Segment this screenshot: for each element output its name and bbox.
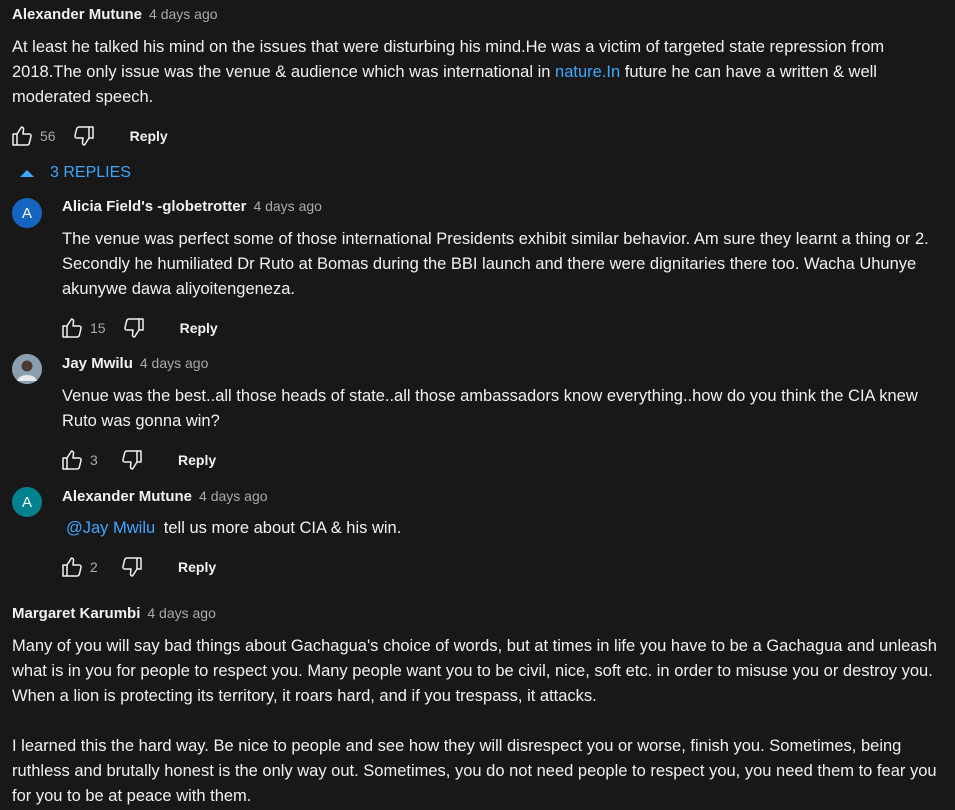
reply-header: Jay Mwilu 4 days ago	[62, 355, 947, 372]
replies-toggle-button[interactable]: 3 REPLIES	[18, 164, 131, 182]
like-count: 15	[90, 320, 106, 336]
reply-text-part: tell us more about CIA & his win.	[159, 519, 402, 537]
comment-thread: Alexander Mutune 4 days ago At least he …	[12, 6, 947, 149]
reply-text: The venue was perfect some of those inte…	[62, 230, 929, 298]
thumbs-up-icon[interactable]	[58, 554, 86, 580]
avatar-letter: A	[21, 493, 32, 511]
reply-author[interactable]: Alicia Field's -globetrotter	[62, 198, 246, 215]
profile-photo-icon	[12, 354, 42, 384]
like-count: 2	[90, 559, 98, 575]
comment-text: Many of you will say bad things about Ga…	[12, 634, 951, 809]
avatar-letter: A	[21, 204, 32, 222]
reply-timestamp[interactable]: 4 days ago	[253, 198, 322, 214]
reply-actions: 2 Reply	[58, 554, 947, 580]
comment-author[interactable]: Margaret Karumbi	[12, 605, 140, 622]
comment-header: Alexander Mutune 4 days ago	[12, 6, 947, 23]
like-count: 56	[40, 128, 56, 144]
reply: Jay Mwilu 4 days ago Venue was the best.…	[62, 355, 947, 473]
avatar[interactable]: A	[12, 198, 42, 228]
reply-button[interactable]: Reply	[130, 128, 168, 144]
reply-button[interactable]: Reply	[180, 320, 218, 336]
reply: Alexander Mutune 4 days ago @Jay Mwilu t…	[62, 488, 947, 580]
reply-author[interactable]: Jay Mwilu	[62, 355, 133, 372]
comment-thread: Margaret Karumbi 4 days ago Many of you …	[12, 605, 951, 809]
reply-author[interactable]: Alexander Mutune	[62, 488, 192, 505]
thumbs-down-icon[interactable]	[70, 123, 98, 149]
comment-author[interactable]: Alexander Mutune	[12, 6, 142, 23]
comment-timestamp[interactable]: 4 days ago	[149, 6, 218, 22]
thumbs-up-icon[interactable]	[58, 315, 86, 341]
reply-button[interactable]: Reply	[178, 452, 216, 468]
reply-button[interactable]: Reply	[178, 559, 216, 575]
thumbs-up-icon[interactable]	[58, 447, 86, 473]
reply-header: Alicia Field's -globetrotter 4 days ago	[62, 198, 947, 215]
reply-timestamp[interactable]: 4 days ago	[199, 488, 268, 504]
thumbs-down-icon[interactable]	[118, 554, 146, 580]
avatar[interactable]: A	[12, 487, 42, 517]
reply-timestamp[interactable]: 4 days ago	[140, 355, 209, 371]
comment-text: At least he talked his mind on the issue…	[12, 35, 947, 110]
mention-link[interactable]: @Jay Mwilu	[66, 519, 155, 537]
like-count: 3	[90, 452, 98, 468]
replies-toggle-label: 3 REPLIES	[50, 164, 131, 181]
thumbs-down-icon[interactable]	[118, 447, 146, 473]
avatar[interactable]	[12, 354, 42, 384]
comment-link[interactable]: nature.In	[555, 63, 620, 81]
comment-header: Margaret Karumbi 4 days ago	[12, 605, 951, 622]
reply-text: @Jay Mwilu tell us more about CIA & his …	[62, 516, 947, 541]
caret-up-icon	[20, 170, 34, 177]
reply-text: Venue was the best..all those heads of s…	[62, 387, 918, 430]
reply-header: Alexander Mutune 4 days ago	[62, 488, 947, 505]
comment-actions: 56 Reply	[8, 123, 947, 149]
comment-paragraph: Many of you will say bad things about Ga…	[12, 637, 937, 705]
comment-paragraph: I learned this the hard way. Be nice to …	[12, 737, 937, 805]
reply: Alicia Field's -globetrotter 4 days ago …	[62, 198, 947, 341]
thumbs-down-icon[interactable]	[120, 315, 148, 341]
reply-actions: 3 Reply	[58, 447, 947, 473]
comment-timestamp[interactable]: 4 days ago	[147, 605, 216, 621]
thumbs-up-icon[interactable]	[8, 123, 36, 149]
reply-actions: 15 Reply	[58, 315, 947, 341]
